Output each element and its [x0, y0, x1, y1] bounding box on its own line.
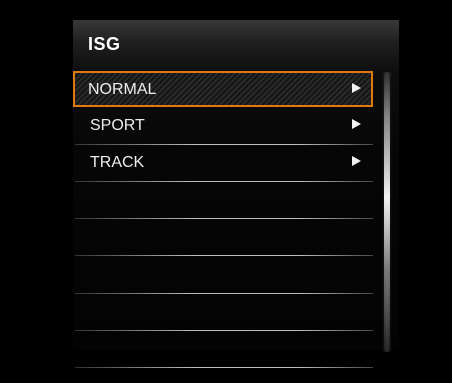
- menu-item-empty-5: [75, 331, 373, 368]
- scrollbar[interactable]: [382, 72, 392, 352]
- scrollbar-glow: [382, 72, 392, 352]
- divider: [75, 255, 373, 256]
- divider: [75, 367, 373, 368]
- menu-item-empty-4: [75, 294, 373, 331]
- menu-header: ISG: [73, 20, 399, 70]
- right-triangle-icon: [352, 119, 361, 129]
- menu-item-empty-2: [75, 219, 373, 256]
- menu-item-empty-3: [75, 257, 373, 294]
- right-triangle-icon: [352, 156, 361, 166]
- menu-item-label: TRACK: [90, 154, 145, 171]
- right-triangle-icon: [352, 83, 361, 93]
- page-title: ISG: [88, 34, 121, 54]
- screen: ISG NORMAL SPORT TRACK: [0, 0, 452, 383]
- menu-item-sport[interactable]: SPORT: [75, 108, 373, 145]
- menu-list: NORMAL SPORT TRACK: [73, 71, 378, 368]
- menu-item-label: SPORT: [90, 117, 145, 134]
- menu-item-empty-1: [75, 182, 373, 219]
- menu-item-label: NORMAL: [88, 81, 157, 98]
- menu-panel: ISG NORMAL SPORT TRACK: [73, 20, 399, 368]
- menu-item-track[interactable]: TRACK: [75, 145, 373, 182]
- menu-item-normal[interactable]: NORMAL: [73, 71, 373, 107]
